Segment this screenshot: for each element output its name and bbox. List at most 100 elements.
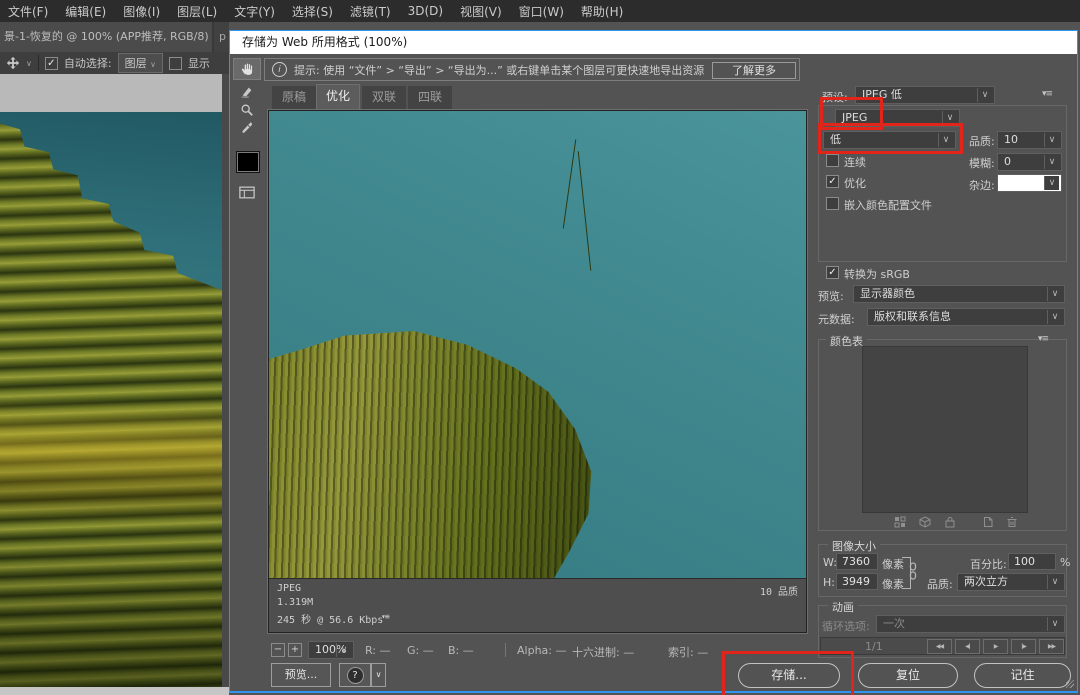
zoom-out-button[interactable]: − <box>271 643 285 657</box>
show-transform-checkbox[interactable] <box>169 57 182 70</box>
menu-layer[interactable]: 图层(L) <box>177 3 217 20</box>
menu-filter[interactable]: 滤镜(T) <box>350 3 391 20</box>
preview-in-browser-button[interactable]: 预览... <box>271 663 331 687</box>
width-unit: 像素 <box>882 556 904 572</box>
optimized-checkbox[interactable]: ✓ <box>826 175 839 188</box>
previous-frame-button[interactable]: ◀| <box>955 639 980 654</box>
preview-quality: 10 品质 <box>760 583 798 598</box>
embed-profile-checkbox[interactable] <box>826 197 839 210</box>
convert-srgb-checkbox[interactable]: ✓ <box>826 266 839 279</box>
browser-icon: ? <box>347 667 364 684</box>
loop-options-label: 循环选项: <box>822 618 870 634</box>
menu-window[interactable]: 窗口(W) <box>519 3 564 20</box>
chevron-down-icon: ∨ <box>1044 133 1059 147</box>
height-label: H: <box>823 576 835 589</box>
zoom-in-button[interactable]: + <box>288 643 302 657</box>
eyedropper-color-swatch[interactable] <box>236 151 260 173</box>
resample-quality-label: 品质: <box>927 576 953 592</box>
chevron-down-icon[interactable]: ∨ <box>26 59 32 68</box>
menu-type[interactable]: 文字(Y) <box>234 3 275 20</box>
menu-3d[interactable]: 3D(D) <box>408 4 443 18</box>
browser-select-button[interactable]: ? <box>339 663 371 687</box>
new-page-icon <box>982 516 994 528</box>
learn-more-button[interactable]: 了解更多 <box>712 62 796 79</box>
next-frame-button[interactable]: |▶ <box>1011 639 1036 654</box>
height-input[interactable]: 3949 <box>836 573 878 590</box>
remember-button[interactable]: 记住 <box>974 663 1071 688</box>
menu-edit[interactable]: 编辑(E) <box>65 3 106 20</box>
terraces-photo[interactable] <box>0 112 222 687</box>
auto-select-label: 自动选择: <box>64 55 112 71</box>
tab-4up[interactable]: 四联 <box>408 86 452 109</box>
color-table-swatches[interactable] <box>862 346 1028 513</box>
quality-input[interactable]: 10∨ <box>997 131 1062 149</box>
status-menu-icon[interactable]: ▾≡ <box>381 612 389 621</box>
animation-title: 动画 <box>828 599 858 615</box>
move-tool-icon[interactable] <box>6 56 20 70</box>
toggle-slices-button[interactable] <box>233 181 261 203</box>
document-tab-title: 景-1-恢复的 @ 100% (APP推荐, RGB/8) * <box>4 30 212 43</box>
frame-counter: 1/1 <box>865 640 883 653</box>
zoom-level-dropdown[interactable]: 100%∨ <box>308 641 354 659</box>
new-color-button[interactable] <box>982 516 994 528</box>
tab-2up[interactable]: 双联 <box>362 86 406 109</box>
preview-format: JPEG <box>277 583 301 594</box>
blur-input[interactable]: 0∨ <box>997 153 1062 171</box>
canvas-area <box>0 74 229 695</box>
preview-download-rate: 245 秒 @ 56.6 Kbps <box>277 611 383 626</box>
tab-original[interactable]: 原稿 <box>272 86 316 109</box>
delete-color-button[interactable] <box>1006 516 1018 528</box>
color-table-panel-menu-icon[interactable]: ▾≡ <box>1038 334 1048 344</box>
first-frame-button[interactable]: ◀◀ <box>927 639 952 654</box>
embed-profile-label: 嵌入颜色配置文件 <box>844 197 932 213</box>
height-unit: 像素 <box>882 576 904 592</box>
chevron-down-icon: ∨ <box>1047 575 1062 589</box>
menu-select[interactable]: 选择(S) <box>292 3 333 20</box>
b-value: B: — <box>448 644 474 657</box>
preview-mode-dropdown[interactable]: 显示器颜色∨ <box>853 285 1065 303</box>
dialog-title-bar[interactable]: 存储为 Web 所用格式 (100%) <box>230 31 1077 54</box>
annotation-save-box <box>722 651 854 695</box>
auto-select-checkbox[interactable]: ✓ <box>45 57 58 70</box>
quality-label: 品质: <box>969 133 995 149</box>
terraces-highlight <box>0 400 222 527</box>
auto-select-dropdown[interactable]: 图层 ∨ <box>118 53 163 73</box>
cube-icon <box>919 516 931 528</box>
web-shift-button[interactable] <box>919 516 931 528</box>
reset-button[interactable]: 复位 <box>858 663 958 688</box>
slice-select-icon <box>240 85 254 99</box>
menu-file[interactable]: 文件(F) <box>8 3 48 20</box>
loop-options-dropdown: 一次∨ <box>876 615 1065 633</box>
hand-tool-button[interactable] <box>233 58 261 80</box>
eyedropper-tool-button[interactable] <box>233 117 261 139</box>
preview-image[interactable] <box>269 111 806 579</box>
preview-status-bar: JPEG 1.319M 245 秒 @ 56.6 Kbps ▾≡ 10 品质 <box>269 578 806 632</box>
preview-filesize: 1.319M <box>277 597 313 608</box>
play-button[interactable]: ▶ <box>983 639 1008 654</box>
matte-swatch-dropdown[interactable]: ∨ <box>997 174 1062 192</box>
document-tab[interactable]: 景-1-恢复的 @ 100% (APP推荐, RGB/8) *× <box>0 22 212 52</box>
last-frame-button[interactable]: ▶▶ <box>1039 639 1064 654</box>
lock-color-button[interactable] <box>944 516 956 528</box>
document-tab-partial[interactable]: p <box>214 22 229 52</box>
preset-panel-menu-icon[interactable]: ▾≡ <box>1042 89 1052 99</box>
percent-input[interactable]: 100 <box>1008 553 1056 570</box>
tab-optimized[interactable]: 优化 <box>316 84 360 110</box>
menu-help[interactable]: 帮助(H) <box>581 3 623 20</box>
menu-view[interactable]: 视图(V) <box>460 3 502 20</box>
resample-quality-dropdown[interactable]: 两次立方∨ <box>957 573 1065 591</box>
menu-image[interactable]: 图像(I) <box>123 3 160 20</box>
link-dimensions-icon[interactable] <box>908 562 918 580</box>
chevron-down-icon: ∨ <box>977 88 992 102</box>
grass-blade <box>563 139 577 228</box>
divider <box>505 643 506 657</box>
metadata-dropdown[interactable]: 版权和联系信息∨ <box>867 308 1065 326</box>
menu-bar: 文件(F) 编辑(E) 图像(I) 图层(L) 文字(Y) 选择(S) 滤镜(T… <box>0 0 1080 22</box>
browser-list-chevron[interactable]: ∨ <box>371 663 386 687</box>
progressive-checkbox[interactable] <box>826 154 839 167</box>
dither-algorithm-button[interactable] <box>894 516 906 528</box>
width-input[interactable]: 7360 <box>836 553 878 570</box>
resize-grip[interactable] <box>1066 680 1074 688</box>
terraces-shadow <box>0 515 222 688</box>
convert-srgb-label: 转换为 sRGB <box>844 266 910 282</box>
